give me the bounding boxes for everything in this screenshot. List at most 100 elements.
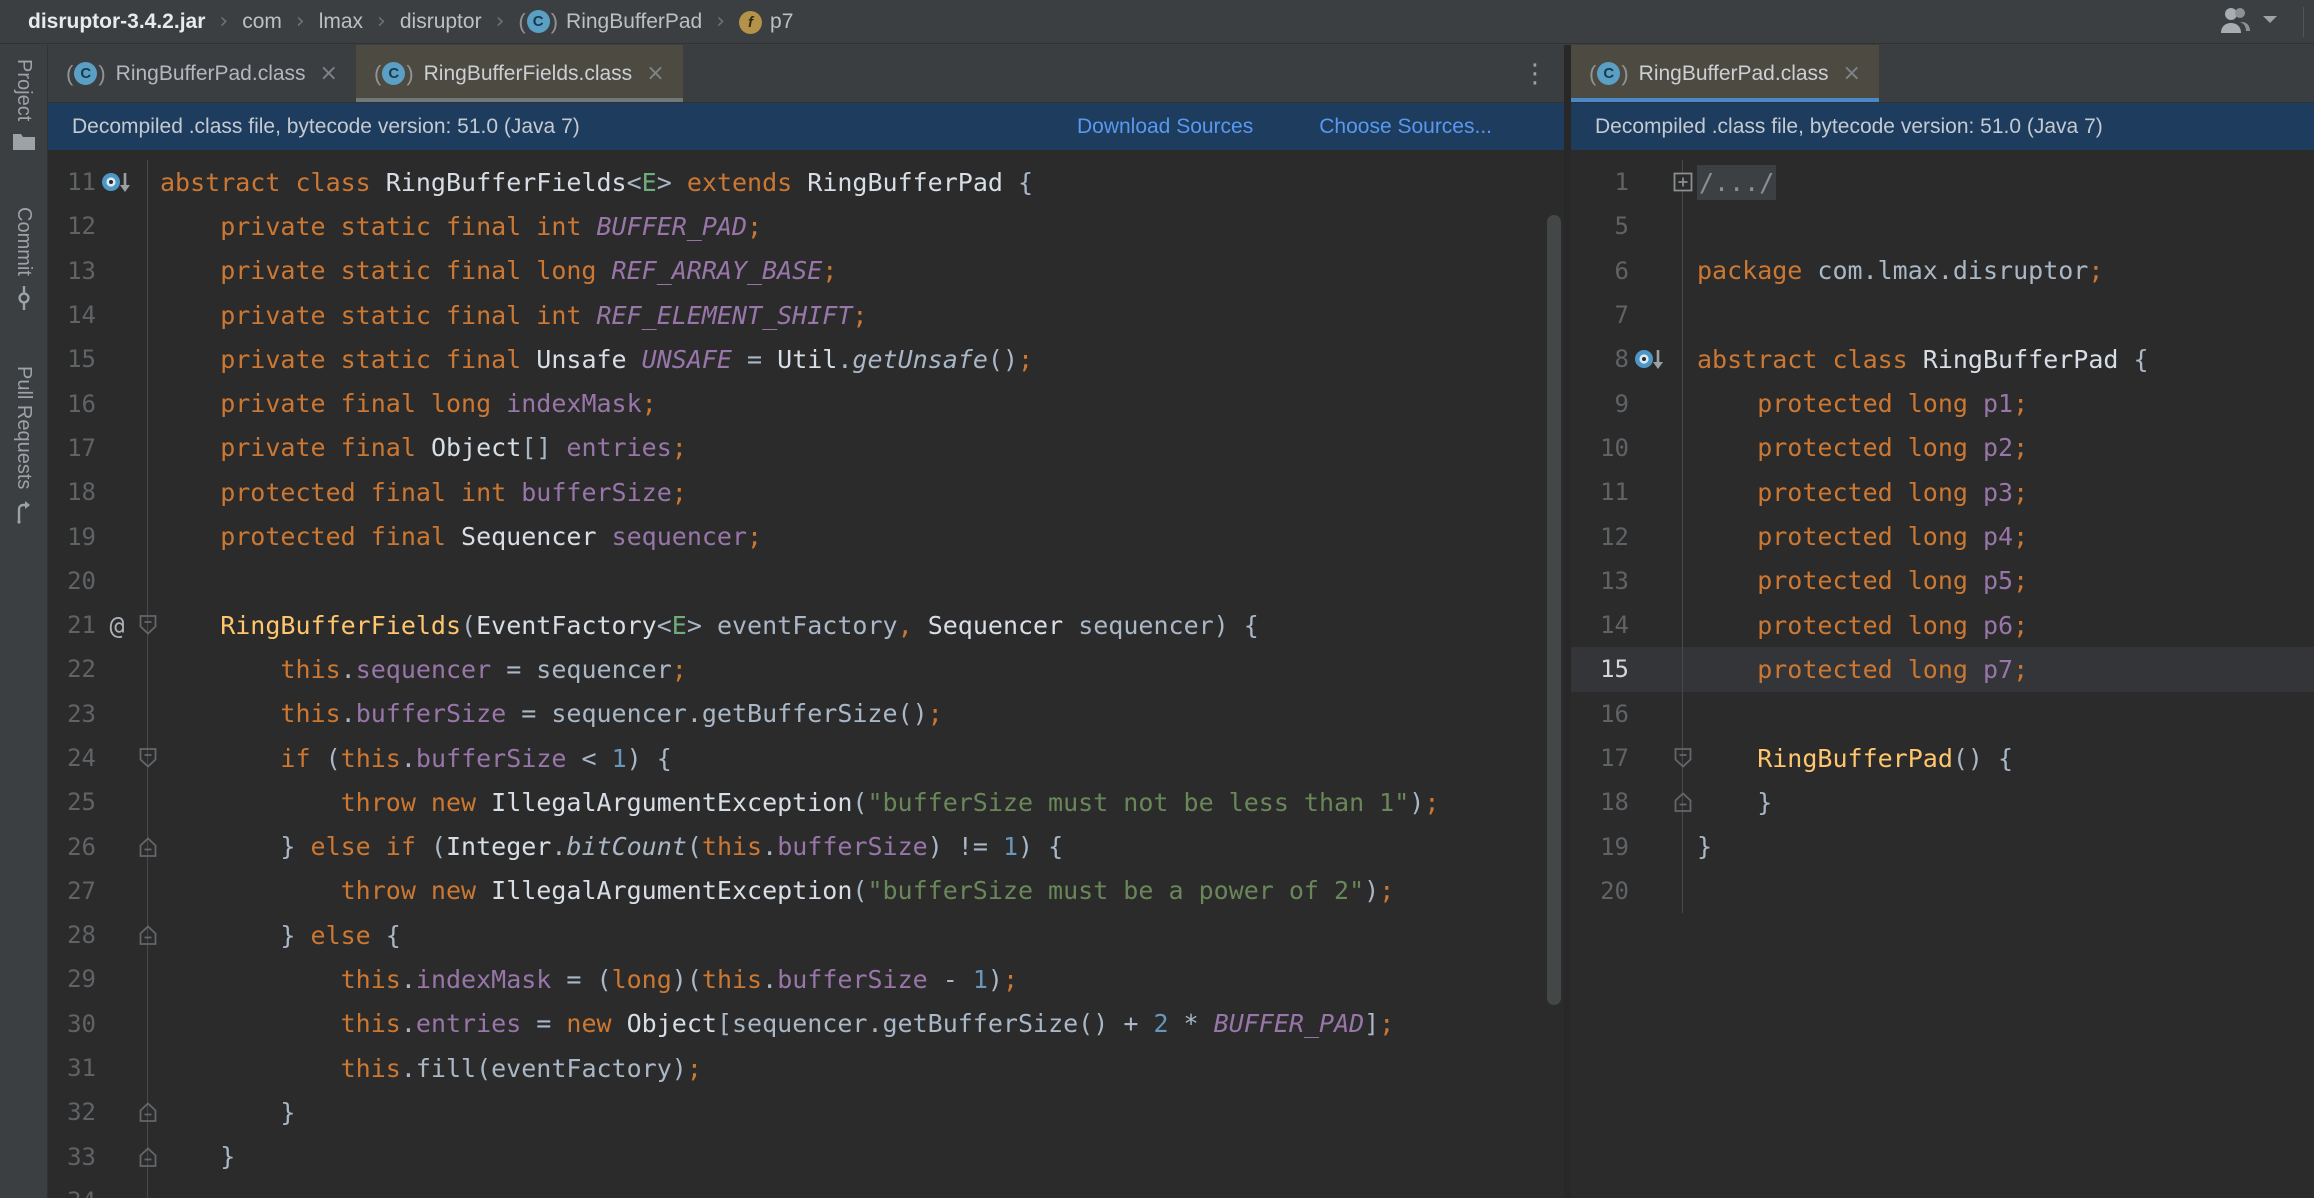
code-text: abstract class RingBufferFields<E> exten…	[148, 168, 1033, 197]
editor-tab[interactable]: (C)RingBufferPad.class×	[1571, 45, 1879, 102]
breadcrumb-separator: ›	[296, 9, 305, 34]
tab-label: RingBufferPad.class	[1639, 62, 1829, 86]
code-text: this.sequencer = sequencer;	[148, 655, 687, 684]
code-line: 1/.../	[1571, 160, 2314, 204]
gutter: 18	[48, 470, 148, 514]
tool-window-stripe: Project Commit Pull Requests	[0, 45, 48, 1198]
close-icon[interactable]: ×	[1843, 61, 1861, 86]
code-text: } else {	[148, 921, 401, 950]
editor-tab[interactable]: (C)RingBufferPad.class×	[48, 45, 356, 102]
vertical-scrollbar[interactable]	[1547, 215, 1561, 1005]
code-line: 18 }	[1571, 780, 2314, 824]
pull-request-icon	[12, 500, 36, 524]
line-number: 21	[48, 611, 96, 639]
code-line: 13 private static final long REF_ARRAY_B…	[48, 249, 1564, 293]
code-line: 12 protected long p4;	[1571, 514, 2314, 558]
breadcrumb-separator: ›	[219, 9, 228, 34]
code-text: private final Object[] entries;	[148, 433, 687, 462]
breadcrumb-item[interactable]: disruptor	[400, 10, 482, 34]
breadcrumb-item[interactable]: lmax	[319, 10, 363, 34]
gutter: 12	[1571, 514, 1683, 558]
banner-link[interactable]: Choose Sources...	[1319, 115, 1492, 139]
close-icon[interactable]: ×	[320, 61, 338, 86]
overridden-icon[interactable]	[99, 167, 135, 197]
tool-window-label: Pull Requests	[12, 366, 35, 489]
gutter: 9	[1571, 381, 1683, 425]
banner-message: Decompiled .class file, bytecode version…	[72, 115, 580, 139]
fold-marker-up[interactable]	[139, 1102, 158, 1123]
users-icon[interactable]	[2217, 6, 2251, 39]
line-number: 32	[48, 1098, 96, 1126]
fold-marker-up[interactable]	[139, 836, 158, 857]
active-tab-underline	[356, 98, 683, 102]
breadcrumb-item[interactable]: fp7	[739, 9, 793, 34]
breadcrumb-item[interactable]: (C)RingBufferPad	[518, 10, 702, 34]
line-number: 26	[48, 833, 96, 861]
fold-marker-up[interactable]	[1674, 792, 1693, 813]
line-number: 15	[1571, 655, 1629, 683]
line-number: 16	[1571, 700, 1629, 728]
line-number: 20	[1571, 877, 1629, 905]
gutter: 5	[1571, 204, 1683, 248]
fold-marker-down[interactable]	[139, 615, 158, 636]
line-number: 1	[1571, 168, 1629, 196]
tab-label: RingBufferPad.class	[116, 62, 306, 86]
chevron-down-icon[interactable]	[2261, 13, 2279, 31]
code-text: protected long p2;	[1683, 433, 2028, 462]
code-line: 25 throw new IllegalArgumentException("b…	[48, 780, 1564, 824]
class-icon: (C)	[518, 10, 558, 33]
fold-marker-down[interactable]	[139, 748, 158, 769]
breadcrumb-item[interactable]: com	[242, 10, 282, 34]
topbar-separator	[2303, 7, 2304, 37]
close-icon[interactable]: ×	[646, 61, 664, 86]
code-editor-right[interactable]: 1/.../56package com.lmax.disruptor;78abs…	[1571, 150, 2314, 1198]
tool-window-button-project[interactable]: Project	[12, 59, 36, 151]
code-text: }	[1683, 832, 1712, 861]
left-editor-pane: (C)RingBufferPad.class×(C)RingBufferFiel…	[48, 45, 1564, 1198]
gutter: 33	[48, 1135, 148, 1179]
gutter: 34	[48, 1179, 148, 1198]
tool-window-button-commit[interactable]: Commit	[12, 207, 35, 310]
fold-marker-down[interactable]	[1674, 748, 1693, 769]
line-number: 13	[1571, 567, 1629, 595]
code-line: 26 } else if (Integer.bitCount(this.buff…	[48, 824, 1564, 868]
gutter: 10	[1571, 426, 1683, 470]
line-number: 22	[48, 655, 96, 683]
code-text: package com.lmax.disruptor;	[1683, 256, 2103, 285]
code-line: 29 this.indexMask = (long)(this.bufferSi…	[48, 957, 1564, 1001]
gutter: 12	[48, 204, 148, 248]
class-icon: (C)	[374, 62, 414, 85]
overridden-icon[interactable]	[1632, 344, 1668, 374]
code-text: private static final int BUFFER_PAD;	[148, 212, 762, 241]
line-number: 11	[1571, 478, 1629, 506]
fold-marker-plus[interactable]	[1673, 172, 1694, 193]
line-number: 15	[48, 345, 96, 373]
code-text: protected long p5;	[1683, 566, 2028, 595]
line-number: 23	[48, 700, 96, 728]
right-tabbar: (C)RingBufferPad.class×	[1571, 45, 2314, 103]
gutter: 23	[48, 692, 148, 736]
breadcrumb-bar: disruptor-3.4.2.jar›com›lmax›disruptor›(…	[0, 0, 2314, 44]
gutter: 22	[48, 647, 148, 691]
gutter: 19	[1571, 824, 1683, 868]
code-line: 7	[1571, 293, 2314, 337]
gutter: 16	[1571, 692, 1683, 736]
line-number: 16	[48, 390, 96, 418]
fold-marker-up[interactable]	[139, 1146, 158, 1167]
fold-marker-up[interactable]	[139, 925, 158, 946]
code-text: if (this.bufferSize < 1) {	[148, 744, 672, 773]
code-line: 15 private static final Unsafe UNSAFE = …	[48, 337, 1564, 381]
gutter: 15	[1571, 647, 1683, 691]
line-number: 8	[1571, 345, 1629, 373]
breadcrumb: disruptor-3.4.2.jar›com›lmax›disruptor›(…	[28, 9, 793, 34]
tool-window-button-pull-requests[interactable]: Pull Requests	[12, 366, 36, 523]
code-text: protected final int bufferSize;	[148, 478, 687, 507]
banner-link[interactable]: Download Sources	[1077, 115, 1253, 139]
code-editor-left[interactable]: 11abstract class RingBufferFields<E> ext…	[48, 150, 1564, 1198]
editor-tab[interactable]: (C)RingBufferFields.class×	[356, 45, 683, 102]
gutter: 11	[48, 160, 148, 204]
code-text: throw new IllegalArgumentException("buff…	[148, 876, 1394, 905]
line-number: 17	[1571, 744, 1629, 772]
more-tabs-menu[interactable]: ⋮	[1522, 45, 1548, 102]
breadcrumb-item[interactable]: disruptor-3.4.2.jar	[28, 10, 205, 34]
